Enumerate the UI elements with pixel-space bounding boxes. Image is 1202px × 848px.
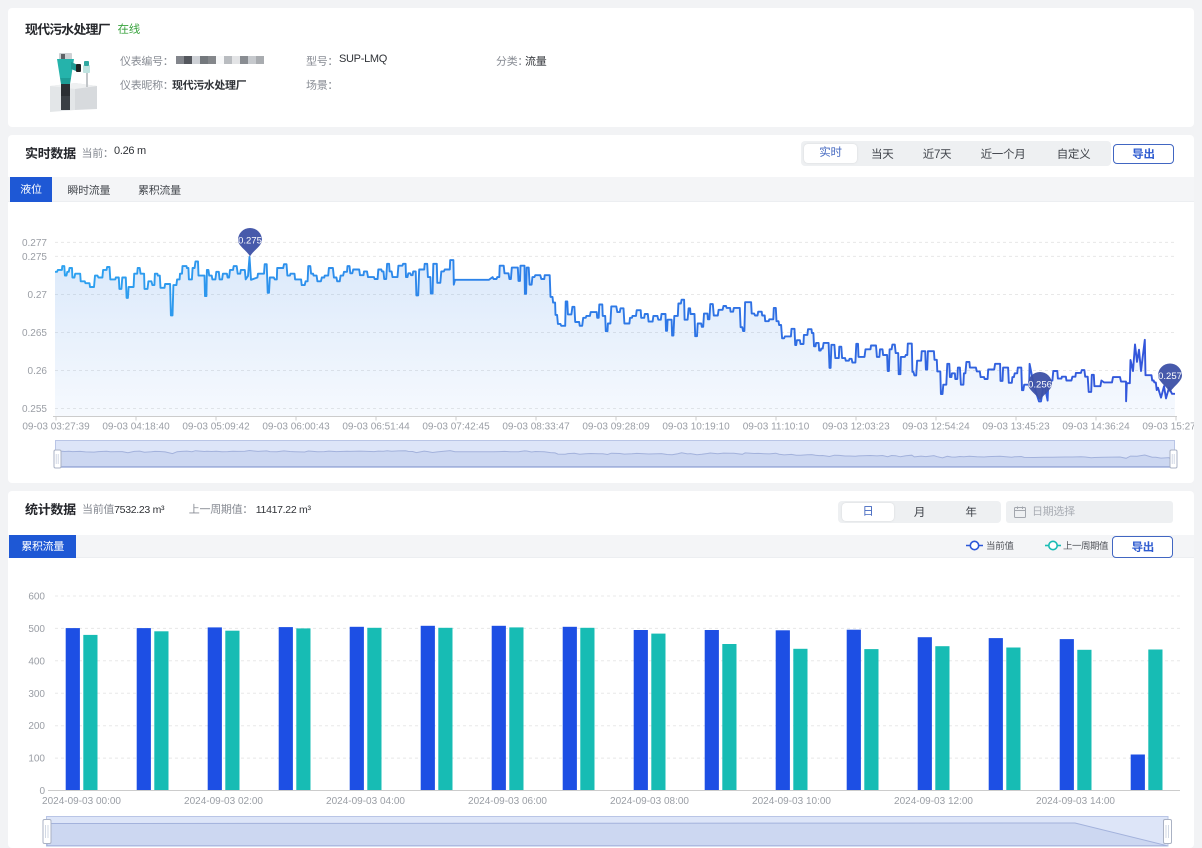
svg-text:0.27: 0.27 bbox=[28, 290, 48, 301]
svg-text:09-03 11:10:10: 09-03 11:10:10 bbox=[743, 422, 810, 433]
svg-text:100: 100 bbox=[28, 754, 45, 765]
svg-text:200: 200 bbox=[28, 721, 45, 732]
svg-text:09-03 14:36:24: 09-03 14:36:24 bbox=[1062, 422, 1130, 433]
svg-text:09-03 09:28:09: 09-03 09:28:09 bbox=[582, 422, 650, 433]
svg-text:09-03 12:54:24: 09-03 12:54:24 bbox=[902, 422, 970, 433]
svg-text:09-03 07:42:45: 09-03 07:42:45 bbox=[422, 422, 490, 433]
svg-text:09-03 10:19:10: 09-03 10:19:10 bbox=[662, 422, 730, 433]
svg-text:09-03 06:00:43: 09-03 06:00:43 bbox=[262, 422, 330, 433]
svg-text:2024-09-03 12:00: 2024-09-03 12:00 bbox=[894, 796, 973, 807]
svg-text:0.257: 0.257 bbox=[1158, 371, 1182, 382]
svg-text:09-03 13:45:23: 09-03 13:45:23 bbox=[982, 422, 1050, 433]
svg-text:09-03 05:09:42: 09-03 05:09:42 bbox=[182, 422, 250, 433]
svg-text:0.275: 0.275 bbox=[238, 236, 262, 247]
svg-text:0.275: 0.275 bbox=[22, 252, 47, 263]
svg-text:2024-09-03 04:00: 2024-09-03 04:00 bbox=[326, 796, 405, 807]
svg-text:2024-09-03 10:00: 2024-09-03 10:00 bbox=[752, 796, 831, 807]
svg-text:09-03 03:27:39: 09-03 03:27:39 bbox=[22, 422, 90, 433]
svg-text:400: 400 bbox=[28, 656, 45, 667]
svg-text:09-03 08:33:47: 09-03 08:33:47 bbox=[502, 422, 570, 433]
svg-text:2024-09-03 02:00: 2024-09-03 02:00 bbox=[184, 796, 263, 807]
svg-text:09-03 04:18:40: 09-03 04:18:40 bbox=[102, 422, 170, 433]
svg-text:500: 500 bbox=[28, 624, 45, 635]
svg-text:09-03 06:51:44: 09-03 06:51:44 bbox=[342, 422, 410, 433]
svg-text:2024-09-03 00:00: 2024-09-03 00:00 bbox=[42, 796, 121, 807]
svg-text:2024-09-03 08:00: 2024-09-03 08:00 bbox=[610, 796, 689, 807]
svg-text:09-03 12:03:23: 09-03 12:03:23 bbox=[822, 422, 890, 433]
svg-text:2024-09-03 14:00: 2024-09-03 14:00 bbox=[1036, 796, 1115, 807]
svg-text:0.277: 0.277 bbox=[22, 238, 47, 249]
svg-text:300: 300 bbox=[28, 689, 45, 700]
svg-text:09-03 15:27:40: 09-03 15:27:40 bbox=[1142, 422, 1194, 433]
svg-text:0.256: 0.256 bbox=[1028, 380, 1052, 391]
svg-text:600: 600 bbox=[28, 592, 45, 603]
svg-text:2024-09-03 06:00: 2024-09-03 06:00 bbox=[468, 796, 547, 807]
svg-text:0.265: 0.265 bbox=[22, 328, 47, 339]
svg-text:0.255: 0.255 bbox=[22, 404, 47, 415]
svg-text:0.26: 0.26 bbox=[28, 366, 48, 377]
